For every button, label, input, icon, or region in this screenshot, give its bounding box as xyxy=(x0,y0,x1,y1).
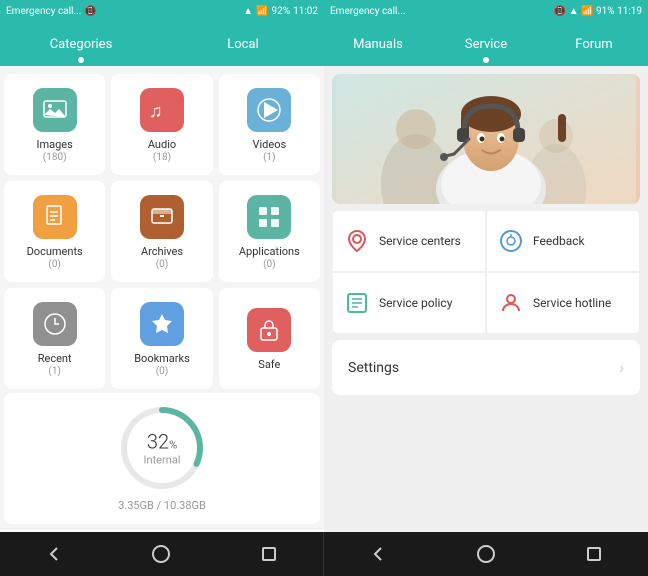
grid-item-documents[interactable]: Documents (0) xyxy=(4,181,105,282)
right-panel: Emergency call... 📵 ▲ 📶 91% 11:19 Manual… xyxy=(324,0,648,576)
grid-item-archives[interactable]: Archives (0) xyxy=(111,181,212,282)
videos-icon xyxy=(247,88,291,132)
storage-circle: 32% Internal xyxy=(117,403,207,493)
service-hotline-icon xyxy=(497,289,525,317)
left-time: 11:02 xyxy=(293,6,318,17)
service-image-inner xyxy=(332,74,640,204)
documents-icon xyxy=(33,195,77,239)
tab-local[interactable]: Local xyxy=(162,22,324,66)
left-status-right: ▲ 📶 92% 11:02 xyxy=(243,6,318,17)
left-home-icon[interactable] xyxy=(143,536,179,572)
applications-label: Applications xyxy=(239,245,300,258)
dual-nav-bar xyxy=(0,532,648,576)
left-status-bar: Emergency call... 📵 ▲ 📶 92% 11:02 xyxy=(0,0,324,22)
left-emergency-text: Emergency call... xyxy=(6,6,81,17)
feedback-icon xyxy=(497,227,525,255)
service-centers-icon xyxy=(343,227,371,255)
recent-count: (1) xyxy=(48,366,61,377)
audio-label: Audio xyxy=(148,138,176,151)
left-wifi-icon: 📶 xyxy=(256,6,268,17)
grid-item-videos[interactable]: Videos (1) xyxy=(219,74,320,175)
storage-usage-text: 3.35GB / 10.38GB xyxy=(118,499,206,512)
right-home-icon[interactable] xyxy=(468,536,504,572)
audio-count: (18) xyxy=(153,152,171,163)
left-nav-bar xyxy=(0,532,324,576)
images-icon xyxy=(33,88,77,132)
svg-text:♫: ♫ xyxy=(149,101,163,122)
storage-percent-text: 32% Internal xyxy=(144,430,181,467)
service-hotline-item[interactable]: Service hotline xyxy=(486,272,640,334)
bookmarks-label: Bookmarks xyxy=(134,352,190,365)
archives-icon xyxy=(140,195,184,239)
tab-forum[interactable]: Forum xyxy=(540,22,648,66)
storage-area: 32% Internal 3.35GB / 10.38GB xyxy=(4,393,320,524)
service-policy-icon xyxy=(343,289,371,317)
storage-percent-sign: % xyxy=(169,439,177,452)
archives-count: (0) xyxy=(156,259,169,270)
left-battery-text: 92% xyxy=(272,6,291,17)
grid-item-safe[interactable]: Safe xyxy=(219,288,320,389)
service-policy-label: Service policy xyxy=(379,296,452,310)
storage-percent: 32 xyxy=(147,430,169,454)
applications-icon xyxy=(247,195,291,239)
service-items-card: Service centers Feedback Service policy … xyxy=(332,210,640,334)
images-count: (180) xyxy=(43,152,67,163)
recent-label: Recent xyxy=(38,352,72,365)
file-grid: Images (180) ♫ Audio (18) Videos (1) Doc… xyxy=(0,66,324,393)
feedback-item[interactable]: Feedback xyxy=(486,210,640,272)
videos-count: (1) xyxy=(263,152,276,163)
recent-icon xyxy=(33,302,77,346)
bookmarks-icon xyxy=(140,302,184,346)
grid-item-bookmarks[interactable]: Bookmarks (0) xyxy=(111,288,212,389)
storage-label: Internal xyxy=(144,454,181,467)
right-status-icons: 📵 ▲ 📶 91% 11:19 xyxy=(554,6,642,17)
images-label: Images xyxy=(37,138,73,151)
left-signal-icon: ▲ xyxy=(243,6,253,17)
grid-item-recent[interactable]: Recent (1) xyxy=(4,288,105,389)
bookmarks-count: (0) xyxy=(156,366,169,377)
tab-manuals[interactable]: Manuals xyxy=(324,22,432,66)
left-panel: Emergency call... 📵 ▲ 📶 92% 11:02 Catego… xyxy=(0,0,324,576)
safe-icon xyxy=(247,308,291,352)
left-status-left: Emergency call... 📵 xyxy=(6,6,97,17)
right-back-icon[interactable] xyxy=(360,536,396,572)
settings-label: Settings xyxy=(348,360,399,376)
grid-item-applications[interactable]: Applications (0) xyxy=(219,181,320,282)
service-hotline-label: Service hotline xyxy=(533,296,611,310)
right-header: Emergency call... 📵 ▲ 📶 91% 11:19 Manual… xyxy=(324,0,648,66)
service-centers-label: Service centers xyxy=(379,234,461,248)
right-nav-bar xyxy=(324,532,648,576)
service-image xyxy=(332,74,640,204)
videos-label: Videos xyxy=(252,138,286,151)
right-recent-icon[interactable] xyxy=(576,536,612,572)
grid-item-images[interactable]: Images (180) xyxy=(4,74,105,175)
tab-categories[interactable]: Categories xyxy=(0,22,162,66)
left-status-icon: 📵 xyxy=(84,6,96,17)
service-policy-item[interactable]: Service policy xyxy=(332,272,486,334)
documents-count: (0) xyxy=(48,259,61,270)
grid-item-audio[interactable]: ♫ Audio (18) xyxy=(111,74,212,175)
audio-icon: ♫ xyxy=(140,88,184,132)
archives-label: Archives xyxy=(141,245,183,258)
feedback-label: Feedback xyxy=(533,234,585,248)
settings-chevron-icon: › xyxy=(619,358,624,377)
applications-count: (0) xyxy=(263,259,276,270)
documents-label: Documents xyxy=(27,245,83,258)
service-centers-item[interactable]: Service centers xyxy=(332,210,486,272)
left-tab-bar: Categories Local xyxy=(0,22,324,66)
left-back-icon[interactable] xyxy=(36,536,72,572)
tab-service[interactable]: Service xyxy=(432,22,540,66)
safe-label: Safe xyxy=(258,358,280,371)
settings-card[interactable]: Settings › xyxy=(332,340,640,395)
left-recent-icon[interactable] xyxy=(251,536,287,572)
right-emergency-text: Emergency call... xyxy=(330,6,405,17)
